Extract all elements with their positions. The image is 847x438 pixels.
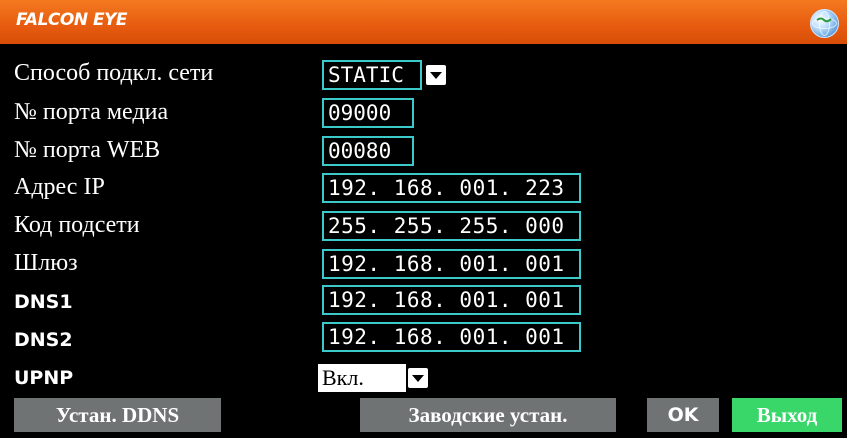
brand-logo: FALCON EYE <box>16 10 128 30</box>
dns1-label: DNS1 <box>14 291 73 313</box>
upnp-label: UPNP <box>14 367 74 389</box>
factory-defaults-button[interactable]: Заводские устан. <box>360 398 616 432</box>
subnet-mask-label: Код подсети <box>14 212 140 238</box>
dns1-field[interactable]: 192. 168. 001. 001 <box>322 285 581 315</box>
ip-address-field[interactable]: 192. 168. 001. 223 <box>322 173 581 203</box>
connection-method-value: STATIC <box>328 63 404 87</box>
web-port-field[interactable]: 00080 <box>322 136 414 166</box>
chevron-down-icon[interactable] <box>426 65 446 85</box>
upnp-value: Вкл. <box>322 365 364 390</box>
gateway-label: Шлюз <box>14 250 78 276</box>
subnet-mask-field[interactable]: 255. 255. 255. 000 <box>322 211 581 241</box>
media-port-label: № порта медиа <box>14 99 169 125</box>
exit-button[interactable]: Выход <box>732 398 842 432</box>
chevron-down-icon[interactable] <box>408 368 428 388</box>
connection-method-select[interactable]: STATIC <box>322 60 422 90</box>
globe-icon <box>810 9 839 38</box>
dns2-label: DNS2 <box>14 329 73 351</box>
ddns-settings-button[interactable]: Устан. DDNS <box>14 398 221 432</box>
network-settings-screen: FALCON EYE Способ подкл. сети STATIC № п… <box>0 0 847 438</box>
gateway-field[interactable]: 192. 168. 001. 001 <box>322 249 581 279</box>
title-bar: FALCON EYE <box>0 0 847 44</box>
ok-button[interactable]: OK <box>647 398 719 432</box>
dns2-field[interactable]: 192. 168. 001. 001 <box>322 322 581 352</box>
upnp-select[interactable]: Вкл. <box>318 364 406 392</box>
ip-address-label: Адрес IP <box>14 174 105 200</box>
web-port-label: № порта WEB <box>14 137 161 163</box>
connection-method-label: Способ подкл. сети <box>14 60 214 86</box>
media-port-field[interactable]: 09000 <box>322 98 414 128</box>
